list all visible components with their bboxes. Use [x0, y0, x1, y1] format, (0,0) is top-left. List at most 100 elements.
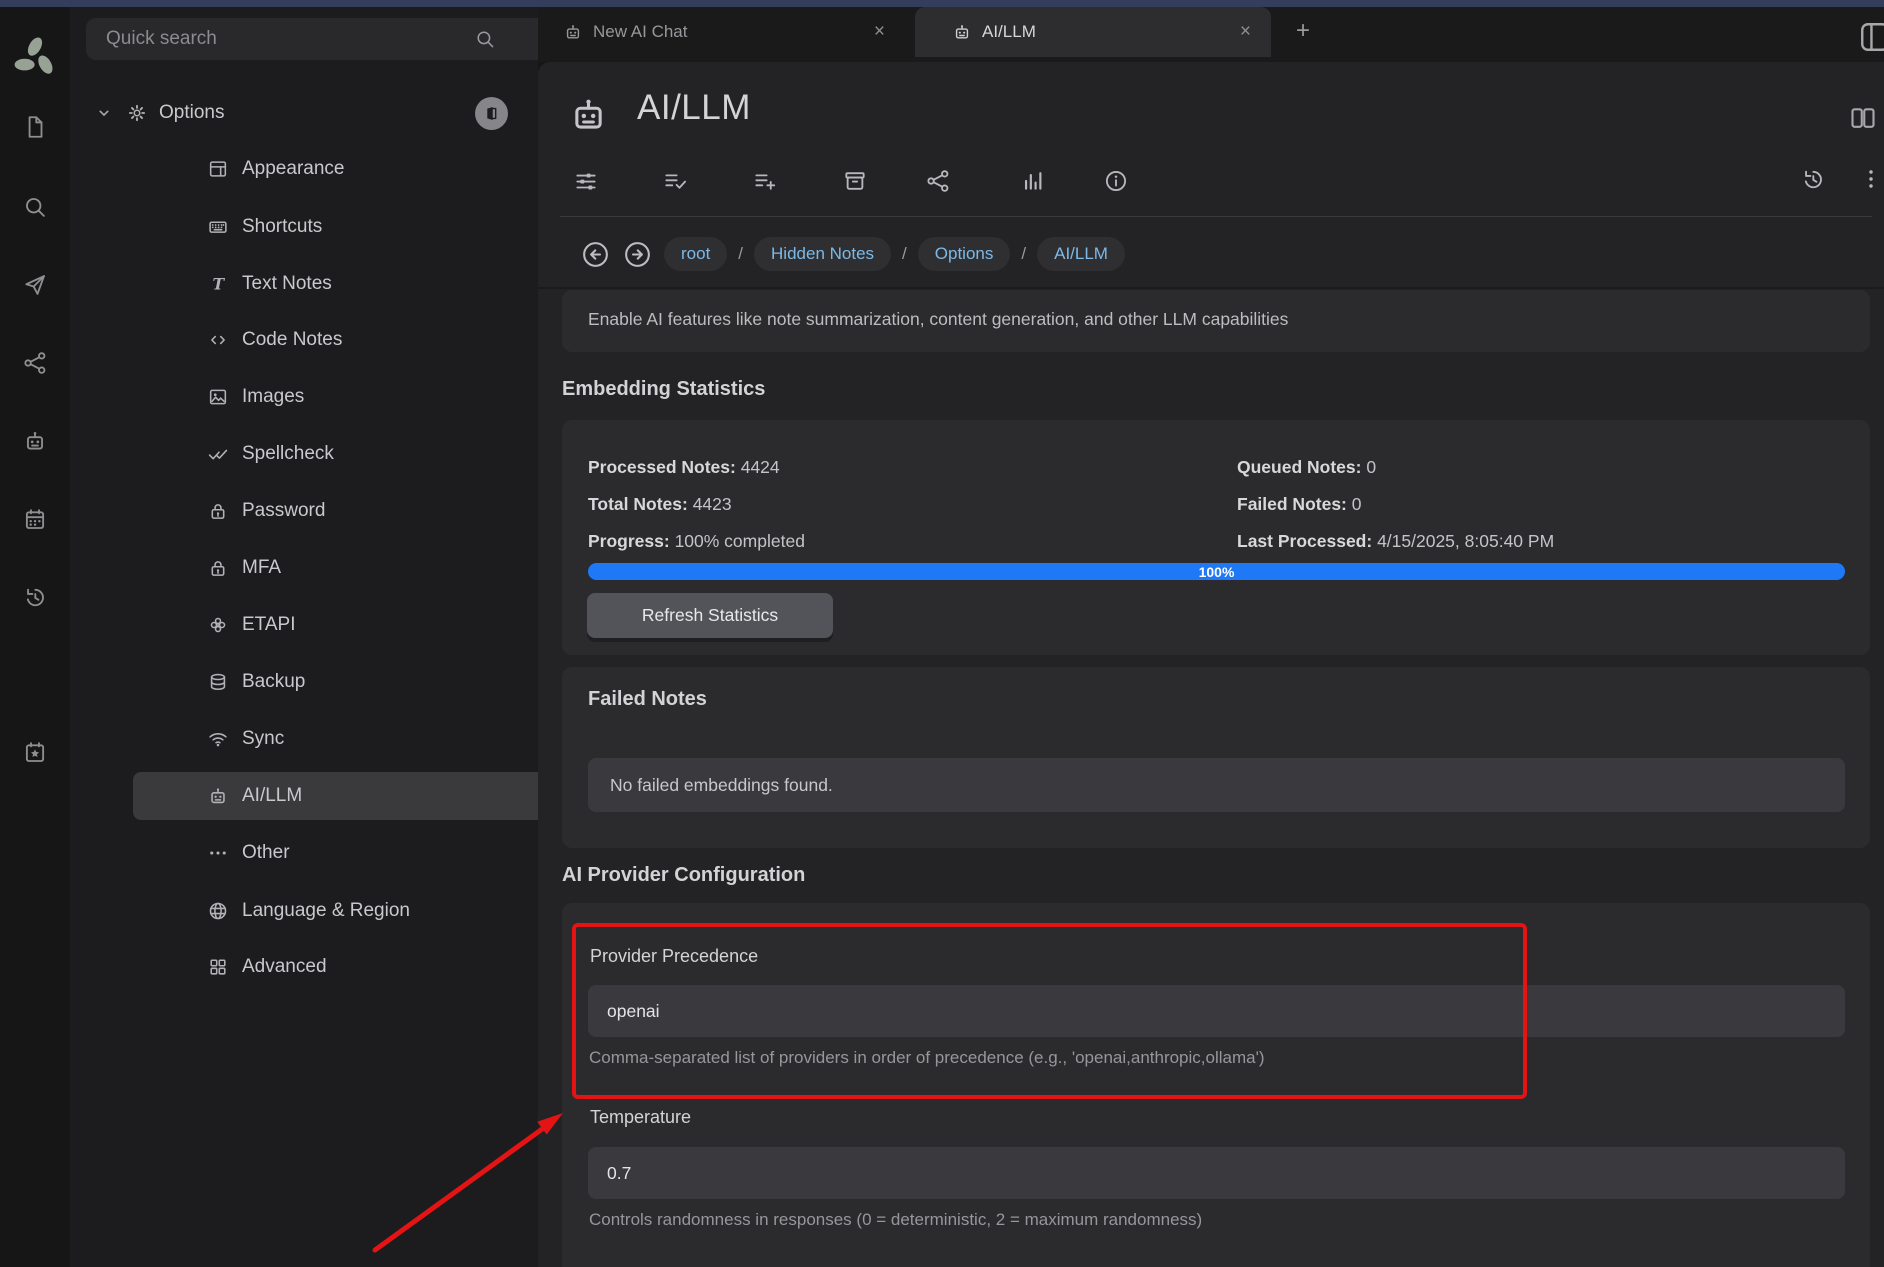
sidebar-item-options[interactable]: Options — [80, 89, 544, 137]
sidebar-item-label: Password — [242, 500, 325, 522]
sidebar-item-label: Spellcheck — [242, 443, 334, 465]
stat-failed-notes: Failed Notes: 0 — [1237, 492, 1554, 529]
sidebar-item-ai-llm[interactable]: AI/LLM — [133, 772, 594, 820]
provider-precedence-help: Comma-separated list of providers in ord… — [589, 1048, 1265, 1068]
stat-value: 0 — [1361, 457, 1376, 477]
tab-bar: New AI Chat × AI/LLM × + — [538, 7, 1884, 62]
breadcrumb-segment-options[interactable]: Options — [918, 237, 1011, 271]
tab-title: AI/LLM — [982, 22, 1036, 42]
launcher-jump-to-note-send-icon[interactable] — [22, 272, 48, 298]
temperature-input[interactable] — [588, 1147, 1845, 1199]
sidebar-item-images[interactable]: Images — [133, 373, 594, 421]
sidebar-item-label: Shortcuts — [242, 216, 322, 238]
launcher-calendar-calendar-icon[interactable] — [22, 506, 48, 532]
sidebar-item-label: Images — [242, 386, 304, 408]
sidebar-item-label: Options — [159, 102, 224, 124]
sidebar-item-code-notes[interactable]: Code Notes — [133, 316, 594, 364]
sidebar-item-password[interactable]: Password — [133, 487, 594, 535]
inherited-attributes-icon[interactable] — [752, 168, 778, 194]
sidebar-item-mfa[interactable]: MFA — [133, 544, 594, 592]
sidebar-item-sync[interactable]: Sync — [133, 715, 594, 763]
chevron-down-icon[interactable] — [94, 103, 114, 123]
refresh-statistics-button[interactable]: Refresh Statistics — [587, 593, 833, 638]
launcher-new-note-file-icon[interactable] — [22, 114, 48, 140]
sidebar-item-shortcuts[interactable]: Shortcuts — [133, 203, 594, 251]
search-icon[interactable] — [474, 28, 496, 50]
temperature-label: Temperature — [590, 1107, 691, 1128]
breadcrumb-segment-ai-llm[interactable]: AI/LLM — [1037, 237, 1125, 271]
note-map-icon[interactable] — [925, 168, 951, 194]
code-icon — [207, 329, 229, 351]
provider-precedence-input[interactable] — [588, 985, 1845, 1037]
ai-enable-description: Enable AI features like note summarizati… — [588, 309, 1288, 330]
progress-percentage: 100% — [1199, 564, 1235, 580]
launcher-bar — [0, 7, 70, 1267]
keyboard-icon — [207, 216, 229, 238]
stat-value: 100% completed — [670, 531, 805, 551]
sidebar-item-label: Backup — [242, 671, 305, 693]
embedding-statistics-heading: Embedding Statistics — [562, 378, 765, 401]
breadcrumb-segment-root[interactable]: root — [664, 237, 727, 271]
embedding-statistics-card: Processed Notes: 4424Total Notes: 4423Pr… — [562, 420, 1870, 655]
stat-value: 4423 — [688, 494, 732, 514]
launcher-note-map-graph-icon[interactable] — [22, 350, 48, 376]
sidebar-item-other[interactable]: Other — [133, 829, 594, 877]
new-tab-button[interactable]: + — [1296, 17, 1310, 45]
sidebar-item-text-notes[interactable]: TText Notes — [133, 260, 594, 308]
trilium-window: Options Appearance Shortcuts TText Notes Co… — [0, 0, 1884, 1267]
basic-properties-icon[interactable] — [573, 168, 599, 194]
close-icon[interactable]: × — [1234, 19, 1257, 45]
similar-notes-icon[interactable] — [1020, 168, 1046, 194]
breadcrumb-divider — [538, 287, 1884, 289]
unhoist-button[interactable] — [475, 97, 508, 130]
note-revisions-history-icon[interactable] — [1800, 166, 1826, 192]
launcher-today-calendar-star-icon[interactable] — [22, 739, 48, 765]
window-title-strip — [0, 0, 1884, 7]
tab-title: New AI Chat — [593, 22, 688, 42]
sidebar-item-language-region[interactable]: Language & Region — [133, 887, 594, 935]
sidebar-item-etapi[interactable]: ETAPI — [133, 601, 594, 649]
stat-label: Queued Notes: — [1237, 457, 1361, 477]
stat-label: Processed Notes: — [588, 457, 736, 477]
breadcrumb: root/Hidden Notes/Options/AI/LLM — [580, 231, 1125, 277]
breadcrumb-separator: / — [738, 244, 743, 264]
stat-label: Last Processed: — [1237, 531, 1372, 551]
launcher-recent-changes-history-icon[interactable] — [22, 584, 48, 610]
sidebar-item-label: Appearance — [242, 158, 344, 180]
note-info-icon[interactable] — [1103, 168, 1129, 194]
note-title[interactable]: AI/LLM — [637, 88, 751, 128]
close-icon[interactable]: × — [868, 19, 891, 45]
sidebar-item-backup[interactable]: Backup — [133, 658, 594, 706]
nav-forward-icon[interactable] — [622, 239, 653, 270]
dots-h-icon — [207, 842, 229, 864]
failed-notes-empty-box: No failed embeddings found. — [588, 758, 1845, 812]
trilium-logo-icon — [11, 33, 59, 81]
toggle-right-pane-icon[interactable] — [1848, 100, 1878, 136]
launcher-search-search-icon[interactable] — [22, 194, 48, 220]
note-paths-icon[interactable] — [842, 168, 868, 194]
check-double-icon — [207, 443, 229, 465]
stat-value: 0 — [1347, 494, 1362, 514]
search-input[interactable] — [86, 18, 584, 60]
tab-new-ai-chat[interactable]: New AI Chat × — [544, 7, 905, 57]
owned-attributes-icon[interactable] — [662, 168, 688, 194]
launcher-ai-chat-bot-icon[interactable] — [22, 428, 48, 454]
sidebar-item-label: Language & Region — [242, 900, 410, 922]
breadcrumb-separator: / — [1021, 244, 1026, 264]
stat-label: Total Notes: — [588, 494, 688, 514]
tab-ai-llm[interactable]: AI/LLM × — [915, 7, 1271, 57]
sidebar-item-label: Advanced — [242, 956, 327, 978]
bot-icon — [952, 22, 972, 42]
lock-icon — [207, 500, 229, 522]
sidebar-item-appearance[interactable]: Appearance — [133, 145, 594, 193]
kebab-menu-icon[interactable] — [1858, 166, 1884, 192]
image-icon — [207, 386, 229, 408]
temperature-help: Controls randomness in responses (0 = de… — [589, 1210, 1202, 1230]
nav-back-icon[interactable] — [580, 239, 611, 270]
sidebar-item-spellcheck[interactable]: Spellcheck — [133, 430, 594, 478]
window-layout-icon[interactable] — [1858, 20, 1884, 54]
ai-provider-configuration-heading: AI Provider Configuration — [562, 864, 805, 887]
breadcrumb-segment-hidden-notes[interactable]: Hidden Notes — [754, 237, 891, 271]
sidebar-item-advanced[interactable]: Advanced — [133, 943, 594, 991]
bot-icon — [207, 785, 229, 807]
